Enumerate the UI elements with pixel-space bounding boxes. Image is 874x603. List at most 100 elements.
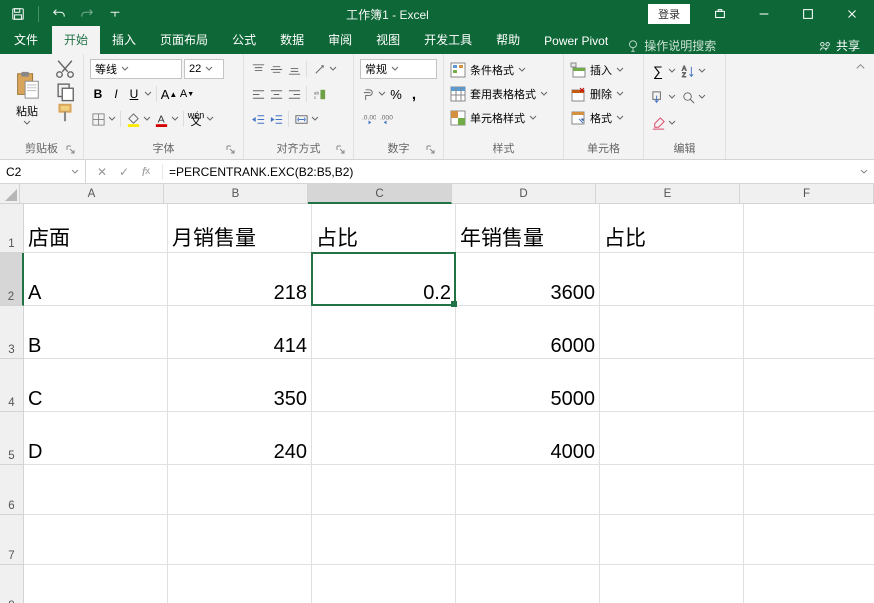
copy-icon[interactable]	[54, 81, 76, 101]
orientation-icon[interactable]	[311, 61, 327, 77]
tab-powerpivot[interactable]: Power Pivot	[532, 29, 620, 54]
accounting-icon[interactable]	[360, 86, 376, 102]
find-select-icon[interactable]	[680, 89, 696, 105]
percent-icon[interactable]: %	[388, 86, 404, 102]
cell[interactable]	[312, 306, 456, 359]
underline-icon[interactable]: U	[126, 86, 142, 102]
cell[interactable]: D	[24, 412, 168, 465]
qat-customize-icon[interactable]	[103, 2, 127, 26]
cell[interactable]: 3600	[456, 253, 600, 306]
autosum-icon[interactable]: ∑	[650, 63, 666, 79]
cell[interactable]	[600, 465, 744, 515]
fill-icon[interactable]	[650, 89, 666, 105]
tell-me-search[interactable]: 操作说明搜索	[620, 37, 722, 54]
tab-view[interactable]: 视图	[364, 26, 412, 54]
tab-file[interactable]: 文件	[0, 26, 52, 54]
col-header-E[interactable]: E	[596, 184, 740, 204]
increase-indent-icon[interactable]	[268, 111, 284, 127]
font-color-dd-icon[interactable]	[171, 115, 179, 123]
underline-dd-icon[interactable]	[144, 90, 152, 98]
cell[interactable]: B	[24, 306, 168, 359]
increase-decimal-icon[interactable]: .0.00	[360, 111, 376, 127]
merge-dd-icon[interactable]	[311, 115, 319, 123]
cell[interactable]: 占比	[312, 204, 456, 253]
cell[interactable]	[744, 465, 874, 515]
fill-dd-icon[interactable]	[668, 93, 676, 101]
select-all-corner[interactable]	[0, 184, 20, 204]
border-dd-icon[interactable]	[108, 115, 116, 123]
cell[interactable]	[312, 359, 456, 412]
align-left-icon[interactable]	[250, 86, 266, 102]
align-center-icon[interactable]	[268, 86, 284, 102]
cell[interactable]: 218	[168, 253, 312, 306]
minimize-icon[interactable]	[742, 0, 786, 28]
cell[interactable]	[600, 412, 744, 465]
phonetic-dd-icon[interactable]	[206, 115, 214, 123]
cell[interactable]: 414	[168, 306, 312, 359]
col-header-B[interactable]: B	[164, 184, 308, 204]
decrease-decimal-icon[interactable]: .00.0	[378, 111, 394, 127]
formula-input[interactable]: =PERCENTRANK.EXC(B2:B5,B2)	[163, 165, 854, 179]
cell[interactable]: 年销售量	[456, 204, 600, 253]
cancel-formula-icon[interactable]: ✕	[92, 164, 112, 180]
tab-formulas[interactable]: 公式	[220, 26, 268, 54]
cell[interactable]: 6000	[456, 306, 600, 359]
row-header-1[interactable]: 1	[0, 204, 24, 253]
close-icon[interactable]	[830, 0, 874, 28]
cut-icon[interactable]	[54, 59, 76, 79]
format-painter-icon[interactable]	[54, 103, 76, 123]
sort-filter-icon[interactable]: AZ	[680, 63, 696, 79]
format-as-table-button[interactable]: 套用表格格式	[450, 83, 557, 105]
cell[interactable]	[744, 515, 874, 565]
cell[interactable]	[456, 465, 600, 515]
bold-icon[interactable]: B	[90, 86, 106, 102]
cell[interactable]	[312, 565, 456, 603]
enter-formula-icon[interactable]: ✓	[114, 164, 134, 180]
fill-dd-icon[interactable]	[143, 115, 151, 123]
col-header-D[interactable]: D	[452, 184, 596, 204]
decrease-font-icon[interactable]: A▼	[179, 86, 195, 102]
row-header-5[interactable]: 5	[0, 412, 24, 465]
dialog-launcher-icon[interactable]	[335, 144, 347, 156]
save-icon[interactable]	[6, 2, 30, 26]
cell[interactable]	[24, 515, 168, 565]
cell[interactable]: 占比	[600, 204, 744, 253]
col-header-A[interactable]: A	[20, 184, 164, 204]
border-icon[interactable]	[90, 111, 106, 127]
cell[interactable]: 240	[168, 412, 312, 465]
cell[interactable]	[312, 412, 456, 465]
fx-icon[interactable]: fx	[136, 164, 156, 180]
clear-icon[interactable]	[650, 115, 666, 131]
wrap-text-icon[interactable]: abc	[311, 86, 327, 102]
cell[interactable]	[744, 306, 874, 359]
collapse-ribbon-icon[interactable]	[852, 58, 868, 74]
align-bottom-icon[interactable]	[286, 61, 302, 77]
font-name-combo[interactable]: 等线	[90, 59, 182, 79]
insert-cells-button[interactable]: 插入	[570, 59, 637, 81]
autosum-dd-icon[interactable]	[668, 67, 676, 75]
cell[interactable]	[600, 359, 744, 412]
row-header-3[interactable]: 3	[0, 306, 24, 359]
cell[interactable]	[456, 515, 600, 565]
cell[interactable]	[744, 359, 874, 412]
cell[interactable]	[600, 253, 744, 306]
clear-dd-icon[interactable]	[668, 119, 676, 127]
cell[interactable]	[744, 565, 874, 603]
cell[interactable]: 4000	[456, 412, 600, 465]
cell[interactable]: C	[24, 359, 168, 412]
col-header-C[interactable]: C	[308, 184, 452, 204]
format-cells-button[interactable]: 格式	[570, 107, 637, 129]
find-dd-icon[interactable]	[698, 93, 706, 101]
number-format-combo[interactable]: 常规	[360, 59, 437, 79]
col-header-F[interactable]: F	[740, 184, 874, 204]
row-header-2[interactable]: 2	[0, 253, 24, 306]
row-header-4[interactable]: 4	[0, 359, 24, 412]
cell[interactable]	[744, 253, 874, 306]
cell[interactable]	[600, 565, 744, 603]
orientation-dd-icon[interactable]	[329, 65, 337, 73]
undo-icon[interactable]	[47, 2, 71, 26]
align-middle-icon[interactable]	[268, 61, 284, 77]
ribbon-options-icon[interactable]	[698, 0, 742, 28]
redo-icon[interactable]	[75, 2, 99, 26]
sort-dd-icon[interactable]	[698, 67, 706, 75]
